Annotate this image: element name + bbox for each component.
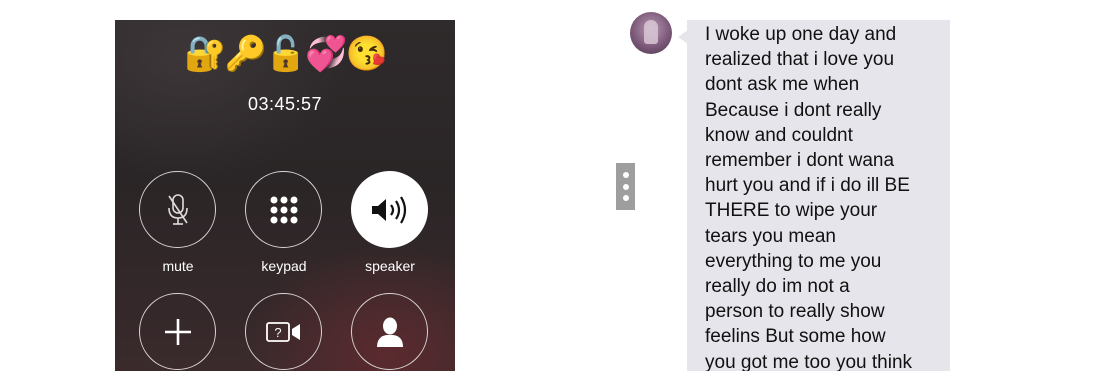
speaker-button[interactable] bbox=[351, 171, 428, 248]
message-line: know and couldnt bbox=[705, 124, 853, 146]
facetime-button[interactable]: ? bbox=[245, 293, 322, 370]
svg-text:?: ? bbox=[274, 325, 281, 340]
call-screen: 🔐🔑🔓💞😘 03:45:57 mute keypad speaker ? bbox=[115, 20, 455, 371]
contacts-icon bbox=[375, 316, 405, 348]
mute-button[interactable] bbox=[139, 171, 216, 248]
message-line: you got me too you think bbox=[705, 351, 913, 371]
keypad-label: keypad bbox=[261, 258, 307, 274]
keypad-button[interactable] bbox=[245, 171, 322, 248]
message-line: I woke up one day and bbox=[705, 24, 897, 45]
add-call-button[interactable] bbox=[139, 293, 216, 370]
message-line: remember i dont wana bbox=[705, 150, 895, 172]
speaker-label: speaker bbox=[365, 258, 415, 274]
message-line: person to really show bbox=[705, 301, 885, 323]
message-line: dont ask me when bbox=[705, 74, 860, 96]
mute-icon bbox=[163, 193, 193, 227]
contact-avatar[interactable] bbox=[630, 12, 672, 54]
mute-label: mute bbox=[162, 258, 194, 274]
message-line: Because i dont really bbox=[705, 99, 882, 121]
message-line: tears you mean bbox=[705, 225, 836, 247]
message-line: feelins But some how bbox=[705, 326, 886, 348]
message-line: THERE to wipe your bbox=[705, 200, 878, 222]
options-handle[interactable] bbox=[616, 163, 635, 210]
message-line: everything to me you bbox=[705, 250, 882, 272]
keypad-icon bbox=[268, 194, 300, 226]
caller-name: 🔐🔑🔓💞😘 bbox=[184, 35, 388, 73]
facetime-icon: ? bbox=[265, 320, 303, 344]
message-line: really do im not a bbox=[705, 276, 850, 298]
call-timer: 03:45:57 bbox=[247, 94, 323, 114]
message-line: hurt you and if i do ill BE bbox=[705, 175, 910, 197]
speaker-icon bbox=[369, 195, 411, 225]
message-bubble: I woke up one day and realized that i lo… bbox=[687, 20, 950, 371]
contacts-button[interactable] bbox=[351, 293, 428, 370]
add-call-icon bbox=[162, 316, 194, 348]
message-line: realized that i love you bbox=[705, 49, 895, 71]
